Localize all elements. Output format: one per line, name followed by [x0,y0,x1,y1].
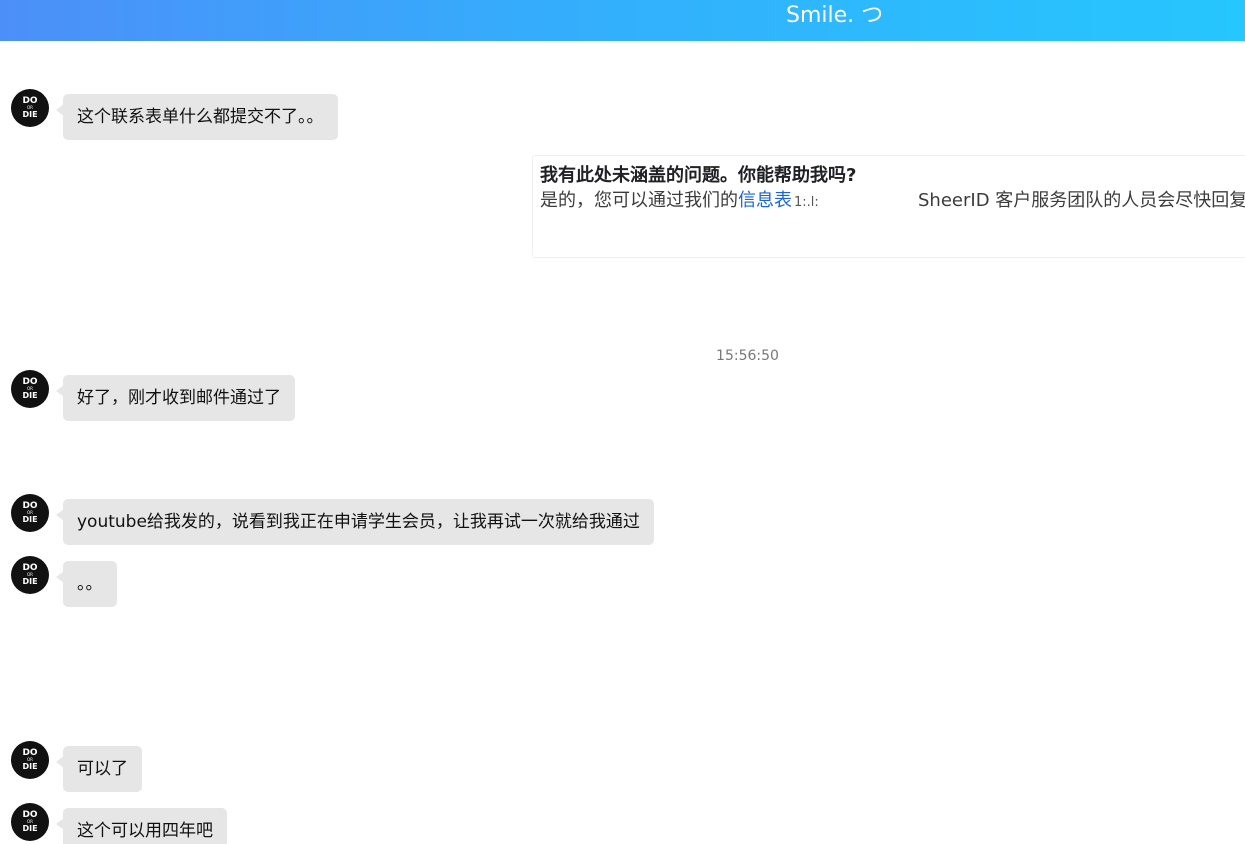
message-item: DO OR DIE 好了，刚才收到邮件通过了 [11,370,311,421]
faq-answer-tail: 1:.l: [794,195,819,210]
faq-answer: 是的，您可以通过我们的信息表 1:.l: [540,189,819,215]
chat-title: Smile. つ [786,3,884,28]
chat-header: Smile. つ [0,0,1245,41]
message-bubble[interactable]: 这个联系表单什么都提交不了。。 [56,94,338,140]
user-avatar[interactable]: DO OR DIE [11,556,49,594]
message-item: DO OR DIE 。。 [11,556,141,607]
faq-answer-prefix: 是的，您可以通过我们的 [540,190,738,211]
user-avatar[interactable]: DO OR DIE [11,803,49,841]
faq-question: 我有此处未涵盖的问题。你能帮助我吗? [540,165,857,186]
user-avatar[interactable]: DO OR DIE [11,494,49,532]
faq-card: 我有此处未涵盖的问题。你能帮助我吗? 是的，您可以通过我们的信息表 1:.l: S… [532,155,1245,258]
user-avatar[interactable]: DO OR DIE [11,89,49,127]
message-bubble[interactable]: 好了，刚才收到邮件通过了 [56,375,295,421]
message-item: DO OR DIE 可以了 [11,741,151,792]
message-bubble[interactable]: 可以了 [56,746,142,792]
message-item: DO OR DIE youtube给我发的，说看到我正在申请学生会员，让我再试一… [11,494,661,545]
message-item: DO OR DIE 这个可以用四年吧 [11,803,241,844]
user-avatar[interactable]: DO OR DIE [11,370,49,408]
message-timestamp: 15:56:50 [716,348,779,364]
faq-answer-suffix: SheerID 客户服务团队的人员会尽快回复 [918,190,1245,211]
user-avatar[interactable]: DO OR DIE [11,741,49,779]
message-bubble[interactable]: 这个可以用四年吧 [56,808,227,844]
message-bubble[interactable]: youtube给我发的，说看到我正在申请学生会员，让我再试一次就给我通过 [56,499,654,545]
message-list[interactable]: DO OR DIE 这个联系表单什么都提交不了。。 我有此处未涵盖的问题。你能帮… [0,41,1245,844]
chat-window: Smile. つ DO OR DIE 这个联系表单什么都提交不了。。 我有此处未… [0,0,1245,844]
message-bubble[interactable]: 。。 [56,561,117,607]
message-item: DO OR DIE 这个联系表单什么都提交不了。。 [11,89,351,140]
info-form-link[interactable]: 信息表 [738,190,792,211]
